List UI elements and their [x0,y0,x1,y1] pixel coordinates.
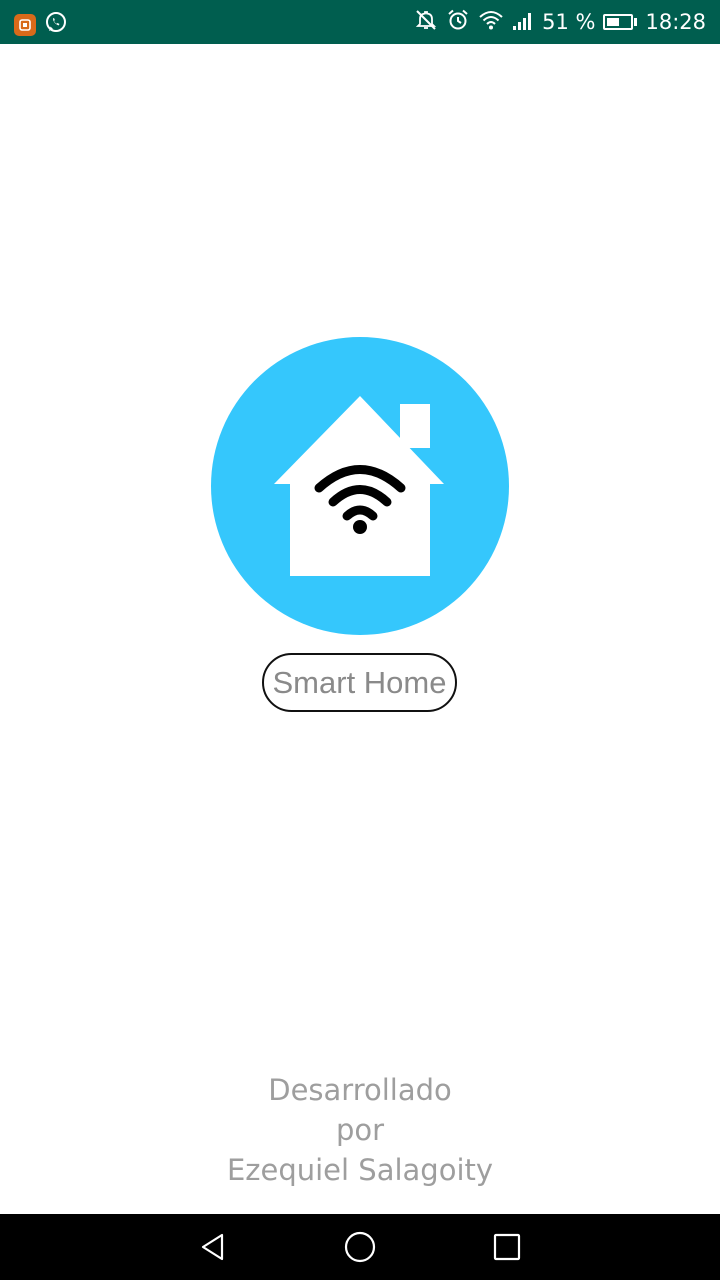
status-icons: 51 % 18:28 [414,0,706,44]
credits: Desarrollado por Ezequiel Salagoity [0,1070,720,1190]
alarm-icon [446,8,470,37]
notification-icons [14,10,68,39]
wifi-icon [478,8,504,37]
battery-icon [603,14,638,30]
navigation-bar [0,1214,720,1280]
app-title: Smart Home [272,664,447,700]
smart-home-logo [210,336,510,636]
credits-line-3: Ezequiel Salagoity [226,1153,494,1187]
status-bar: 51 % 18:28 [0,0,720,44]
whatsapp-icon [44,10,68,39]
clock: 18:28 [645,10,706,34]
app-notification-icon [14,13,36,36]
smart-home-button[interactable]: Smart Home [262,653,457,712]
credits-line-2: por [335,1113,385,1147]
home-icon[interactable] [340,1227,380,1267]
recents-icon[interactable] [487,1227,527,1267]
credits-line-1: Desarrollado [268,1073,452,1107]
back-icon[interactable] [193,1227,233,1267]
battery-percent: 51 % [542,10,596,34]
smart-home-wifi-icon [211,337,509,635]
signal-icon [512,9,534,36]
mute-icon [414,8,438,37]
